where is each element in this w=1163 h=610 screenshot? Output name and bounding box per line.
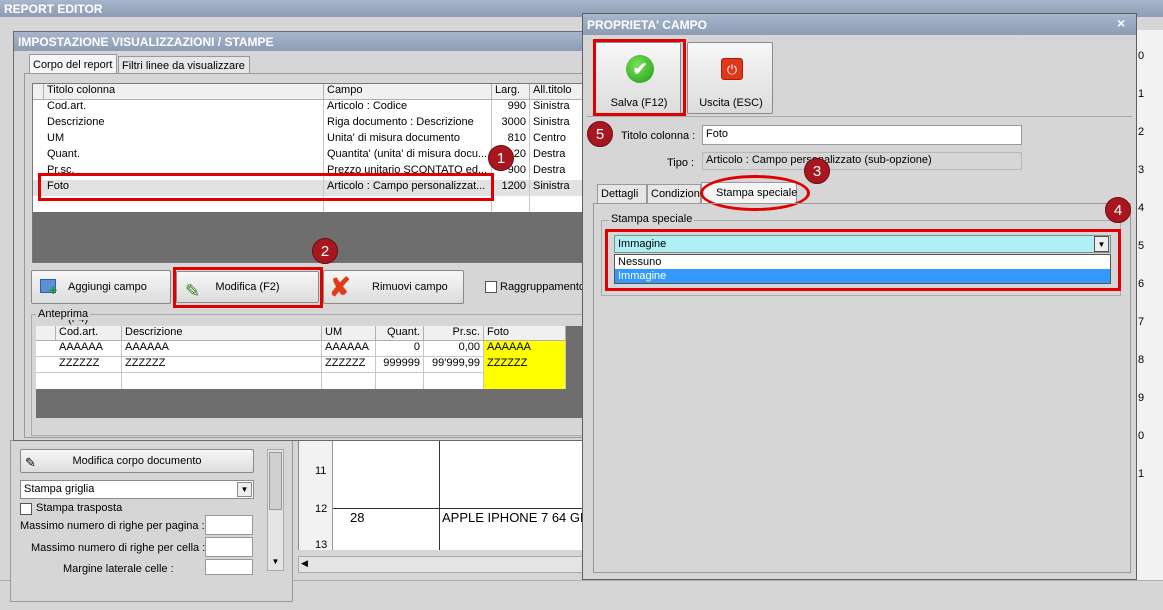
special-print-group-label: Stampa speciale (609, 213, 695, 225)
tab-filtri[interactable]: Filtri linee da visualizzare (118, 56, 250, 74)
max-rows-page-input[interactable] (205, 515, 253, 535)
field-dialog-title: PROPRIETA' CAMPO (583, 14, 1136, 35)
preview-table: Cod.art. Descrizione UM Quant. Pr.sc. Fo… (36, 326, 587, 418)
scroll-left-icon[interactable]: ◀ (301, 558, 308, 569)
row-number: 11 (315, 465, 327, 477)
close-icon[interactable]: × (1117, 15, 1125, 31)
left-panel-scrollbar[interactable]: ▼ (267, 449, 284, 571)
canvas-ruler (299, 435, 333, 550)
ruler-number: 3 (1138, 164, 1145, 176)
print-mode-select[interactable]: Stampa griglia ▼ (20, 480, 254, 499)
preview-row (36, 373, 566, 389)
ruler-number: 0 (1138, 430, 1145, 442)
table-row[interactable]: Descrizione Riga documento : Descrizione… (33, 116, 593, 132)
tab-condizioni[interactable]: Condizioni (647, 184, 701, 203)
column-title-input[interactable]: Foto (702, 125, 1022, 145)
report-row-desc: APPLE IPHONE 7 64 GB (442, 510, 589, 525)
vertical-ruler: 0 1 2 3 4 5 6 7 8 9 0 1 (1133, 30, 1163, 580)
column-title-label: Titolo colonna : (621, 130, 696, 142)
column-header[interactable]: Titolo colonna (44, 84, 324, 100)
grouping-label: Raggruppamento (500, 281, 586, 293)
preview-header: Foto (484, 326, 566, 341)
tab-corpo-report[interactable]: Corpo del report (29, 54, 117, 74)
transposed-label: Stampa trasposta (36, 502, 123, 514)
canvas-hscrollbar[interactable]: ◀ (298, 556, 588, 573)
scroll-down-icon[interactable]: ▼ (269, 555, 282, 569)
grouping-checkbox[interactable] (485, 281, 497, 293)
ruler-number: 4 (1138, 202, 1145, 214)
margin-cells-input[interactable] (205, 559, 253, 575)
max-rows-cell-label: Massimo numero di righe per cella : (31, 542, 206, 554)
annotation-badge-2: 2 (312, 238, 338, 264)
row-number: 12 (315, 503, 328, 515)
transposed-checkbox[interactable] (20, 503, 32, 515)
left-panel: ✎ Modifica corpo documento Stampa grigli… (10, 440, 293, 602)
plus-icon: + (49, 282, 58, 298)
highlight-select (605, 229, 1121, 291)
red-x-icon: ✘ (329, 272, 351, 302)
type-value: Articolo : Campo personalizzato (sub-opz… (702, 152, 1022, 170)
ruler-number: 0 (1138, 50, 1145, 62)
preview-label: Anteprima (36, 308, 91, 320)
exit-button[interactable]: ⏻ Uscita (ESC) (687, 42, 773, 114)
report-row-qty: 28 (350, 510, 365, 525)
field-dialog: PROPRIETA' CAMPO × ✔ Salva (F12) ⏻ Uscit… (582, 13, 1137, 580)
annotation-badge-3: 3 (804, 158, 830, 184)
ruler-number: 1 (1138, 468, 1145, 480)
chevron-down-icon[interactable]: ▼ (237, 482, 252, 497)
ruler-number: 6 (1138, 278, 1145, 290)
report-canvas: 11 12 13 28 APPLE IPHONE 7 64 GB (298, 435, 589, 551)
annotation-badge-5: 5 (587, 121, 613, 147)
preview-header: Quant. (376, 326, 424, 341)
max-rows-page-label: Massimo numero di righe per pagina : (20, 520, 205, 532)
max-rows-cell-input[interactable] (205, 537, 253, 557)
ruler-number: 1 (1138, 88, 1145, 100)
highlight-edit-button (173, 267, 323, 308)
preview-corner (36, 326, 56, 341)
column-header[interactable]: Campo (324, 84, 492, 100)
settings-dialog-title: IMPOSTAZIONE VISUALIZZAZIONI / STAMPE (14, 32, 592, 51)
ruler-number: 9 (1138, 392, 1145, 404)
preview-header: Descrizione (122, 326, 322, 341)
highlight-save-button (593, 39, 686, 116)
preview-row: AAAAAA AAAAAA AAAAAA 0 0,00 AAAAAA (36, 341, 566, 357)
settings-dialog: IMPOSTAZIONE VISUALIZZAZIONI / STAMPE Co… (13, 31, 594, 441)
ruler-number: 7 (1138, 316, 1145, 328)
preview-header: UM (322, 326, 376, 341)
ruler-number: 8 (1138, 354, 1145, 366)
canvas-line (439, 435, 440, 550)
remove-field-button[interactable]: ✘ Rimuovi campo (323, 270, 464, 304)
preview-header: Cod.art. (56, 326, 122, 341)
power-icon: ⏻ (721, 58, 743, 80)
type-label: Tipo : (667, 157, 695, 169)
preview-header: Pr.sc. (424, 326, 484, 341)
scroll-thumb[interactable] (269, 452, 282, 510)
ruler-number: 5 (1138, 240, 1145, 252)
pencil-icon: ✎ (25, 455, 36, 470)
margin-cells-label: Margine laterale celle : (63, 563, 174, 575)
edit-body-button[interactable]: ✎ Modifica corpo documento (20, 449, 254, 473)
tab-dettagli[interactable]: Dettagli (597, 184, 647, 203)
canvas-line (333, 508, 589, 509)
highlight-foto-row (38, 173, 494, 201)
row-header-corner (33, 84, 44, 100)
table-row[interactable]: Cod.art. Articolo : Codice 990 Sinistra (33, 100, 593, 116)
column-header[interactable]: Larg. (492, 84, 530, 100)
annotation-badge-4: 4 (1105, 197, 1131, 223)
ruler-number: 2 (1138, 126, 1145, 138)
preview-row: ZZZZZZ ZZZZZZ ZZZZZZ 999999 99'999,99 ZZ… (36, 357, 566, 373)
add-field-button[interactable]: + Aggiungi campo (F4) (31, 270, 171, 325)
row-number: 13 (315, 539, 328, 551)
table-row[interactable]: UM Unita' di misura documento 810 Centro (33, 132, 593, 148)
annotation-badge-1: 1 (488, 145, 514, 171)
